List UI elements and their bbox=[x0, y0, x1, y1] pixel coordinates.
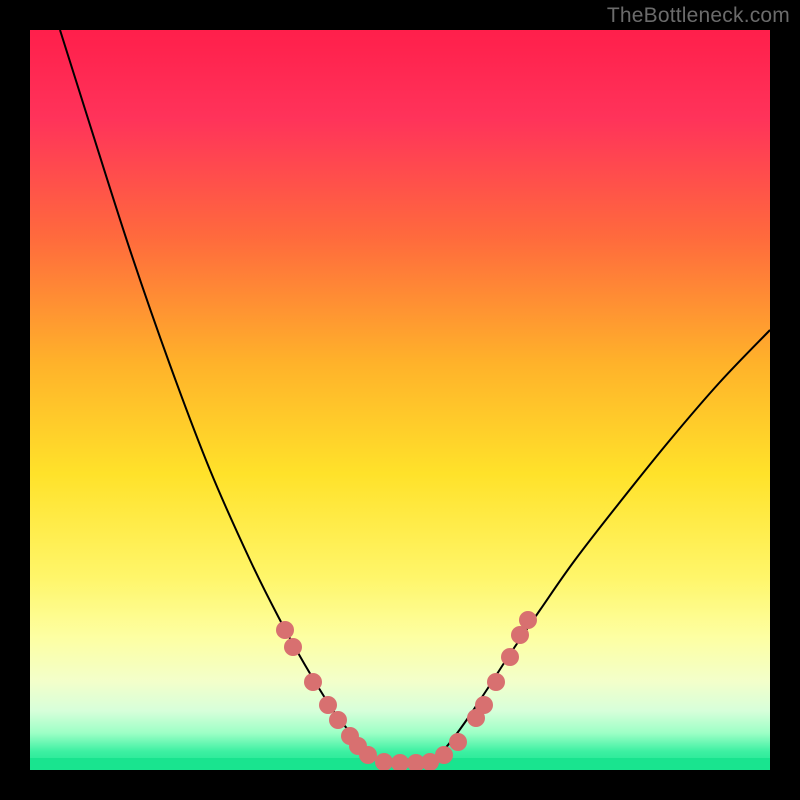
plot-area bbox=[30, 30, 770, 770]
curve-marker bbox=[375, 753, 393, 770]
curve-marker bbox=[487, 673, 505, 691]
curve-marker bbox=[519, 611, 537, 629]
curve-marker bbox=[359, 746, 377, 764]
curve-marker bbox=[329, 711, 347, 729]
curve-markers bbox=[276, 611, 537, 770]
curve-marker bbox=[501, 648, 519, 666]
curve-marker bbox=[449, 733, 467, 751]
bottleneck-curve bbox=[60, 30, 770, 762]
curve-marker bbox=[475, 696, 493, 714]
curve-marker bbox=[276, 621, 294, 639]
watermark-text: TheBottleneck.com bbox=[607, 4, 790, 28]
curve-marker bbox=[284, 638, 302, 656]
curve-layer bbox=[30, 30, 770, 770]
curve-marker bbox=[319, 696, 337, 714]
chart-stage: TheBottleneck.com bbox=[0, 0, 800, 800]
curve-marker bbox=[435, 746, 453, 764]
curve-marker bbox=[304, 673, 322, 691]
curve-marker bbox=[391, 754, 409, 770]
